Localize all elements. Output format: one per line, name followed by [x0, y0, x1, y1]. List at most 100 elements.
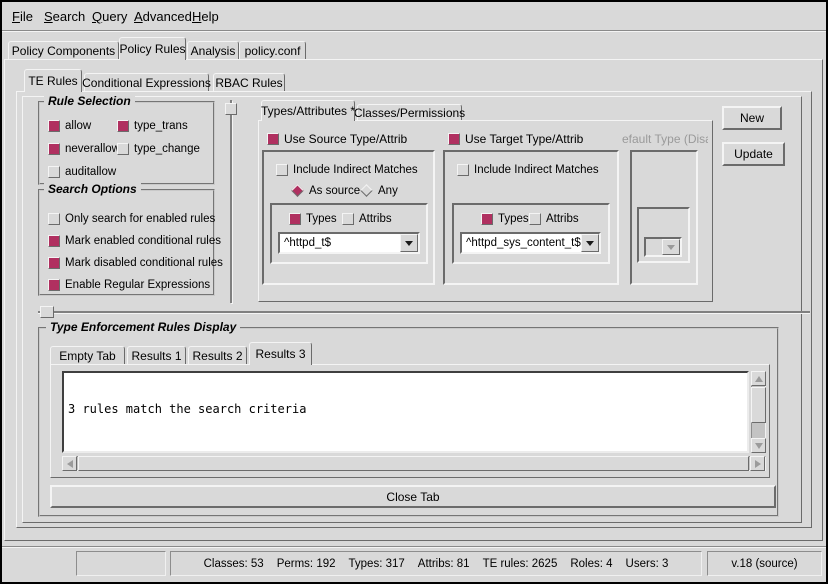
- vscrollbar-thumb[interactable]: [751, 387, 766, 423]
- source-attribs-checkbox-label: Attribs: [359, 213, 392, 225]
- menu-query[interactable]: Query: [92, 9, 127, 24]
- tab-types-attributes-label: Types/Attributes *: [261, 104, 355, 118]
- tab-empty-tab-label: Empty Tab: [59, 349, 115, 363]
- menu-bar: File Search Query Advanced Help: [2, 2, 826, 30]
- any-radio-indicator: [360, 184, 373, 197]
- checkbox-only-enabled[interactable]: Only search for enabled rules: [48, 211, 215, 226]
- enable-regex-checkbox-label: Enable Regular Expressions: [65, 279, 210, 291]
- only-enabled-checkbox-indicator: [48, 213, 60, 225]
- source-type-combobox-value: ^httpd_t$: [280, 234, 400, 252]
- tab-te-rules-label: TE Rules: [28, 74, 77, 88]
- target-type-combobox-value: ^httpd_sys_content_t$: [462, 234, 581, 252]
- horizontal-sash-handle[interactable]: [40, 306, 54, 318]
- vscrollbar-up-button[interactable]: [751, 371, 766, 386]
- radio-any[interactable]: Any: [360, 183, 398, 198]
- target-indirect-checkbox-indicator: [457, 164, 469, 176]
- type-change-checkbox-indicator: [117, 143, 129, 155]
- checkbox-target-types[interactable]: Types: [481, 211, 529, 226]
- checkbox-source-types[interactable]: Types: [289, 211, 337, 226]
- tab-results-2[interactable]: Results 2: [188, 346, 247, 364]
- target-attribs-checkbox-indicator: [529, 213, 541, 225]
- update-button-label: Update: [734, 147, 773, 161]
- checkbox-type-change[interactable]: type_change: [117, 141, 200, 156]
- source-type-combobox[interactable]: ^httpd_t$: [278, 232, 420, 254]
- checkbox-target-indirect[interactable]: Include Indirect Matches: [457, 162, 599, 177]
- tab-policy-rules[interactable]: Policy Rules: [119, 37, 186, 60]
- tab-policy-conf[interactable]: policy.conf: [239, 41, 306, 59]
- tab-results-2-label: Results 2: [192, 349, 242, 363]
- menu-search[interactable]: Search: [44, 9, 85, 24]
- menu-advanced[interactable]: Advanced: [134, 9, 192, 24]
- new-button[interactable]: New: [722, 106, 782, 130]
- radio-as-source[interactable]: As source: [291, 183, 360, 198]
- source-combobox-dropdown-button[interactable]: [400, 234, 418, 252]
- new-button-label: New: [740, 111, 764, 125]
- menu-file[interactable]: File: [12, 9, 33, 24]
- checkbox-allow[interactable]: allow: [48, 118, 91, 133]
- allow-checkbox-label: allow: [65, 120, 91, 132]
- default-type-combobox-disabled: [644, 237, 682, 257]
- type-trans-checkbox-indicator: [117, 120, 129, 132]
- checkbox-source-indirect[interactable]: Include Indirect Matches: [276, 162, 418, 177]
- checkbox-neverallow[interactable]: neverallow: [48, 141, 120, 156]
- arrow-down-icon: [755, 443, 763, 449]
- enable-regex-checkbox-indicator: [48, 279, 60, 291]
- tab-rbac-rules-label: RBAC Rules: [215, 76, 282, 90]
- checkbox-enable-regex[interactable]: Enable Regular Expressions: [48, 277, 210, 292]
- hscrollbar-right-button[interactable]: [750, 456, 765, 471]
- tab-conditional-expressions[interactable]: Conditional Expressions: [84, 73, 209, 91]
- tab-rbac-rules[interactable]: RBAC Rules: [213, 73, 285, 91]
- arrow-right-icon: [755, 460, 761, 468]
- tab-conditional-expressions-label: Conditional Expressions: [82, 76, 211, 90]
- status-attribs: Attribs: 81: [418, 558, 470, 570]
- update-button[interactable]: Update: [722, 142, 785, 166]
- mark-enabled-checkbox-label: Mark enabled conditional rules: [65, 235, 221, 247]
- apol-window: File Search Query Advanced Help Policy C…: [0, 0, 828, 584]
- target-type-combobox[interactable]: ^httpd_sys_content_t$: [460, 232, 601, 254]
- status-cell-stats: Classes: 53 Perms: 192 Types: 317 Attrib…: [170, 551, 702, 576]
- mark-disabled-checkbox-label: Mark disabled conditional rules: [65, 257, 223, 269]
- checkbox-mark-enabled[interactable]: Mark enabled conditional rules: [48, 233, 221, 248]
- tab-policy-rules-label: Policy Rules: [119, 42, 185, 56]
- tab-analysis[interactable]: Analysis: [187, 41, 239, 59]
- checkbox-source-attribs[interactable]: Attribs: [342, 211, 392, 226]
- status-perms: Perms: 192: [277, 558, 336, 570]
- source-indirect-checkbox-indicator: [276, 164, 288, 176]
- results-text-area[interactable]: 3 rules match the search criteria (5822)…: [62, 371, 749, 453]
- horizontal-sash[interactable]: [38, 311, 810, 313]
- results-blank-line: [68, 444, 743, 453]
- status-types: Types: 317: [349, 558, 405, 570]
- vertical-sash-handle[interactable]: [225, 103, 237, 115]
- tab-classes-permissions[interactable]: Classes/Permissions: [357, 104, 462, 120]
- status-users: Users: 3: [626, 558, 669, 570]
- checkbox-target-attribs[interactable]: Attribs: [529, 211, 579, 226]
- results-summary: 3 rules match the search criteria: [68, 402, 743, 416]
- checkbox-auditallow[interactable]: auditallow: [48, 164, 116, 179]
- tab-te-rules[interactable]: TE Rules: [24, 69, 82, 92]
- checkbox-use-source[interactable]: Use Source Type/Attrib: [267, 131, 407, 146]
- hscrollbar-thumb[interactable]: [78, 456, 749, 471]
- tab-results-3[interactable]: Results 3: [249, 342, 312, 365]
- close-tab-button[interactable]: Close Tab: [50, 485, 776, 508]
- statusbar-separator-light: [2, 547, 826, 548]
- default-type-combobox-value: [646, 239, 662, 255]
- checkbox-mark-disabled[interactable]: Mark disabled conditional rules: [48, 255, 223, 270]
- use-target-checkbox-indicator: [448, 133, 460, 145]
- tab-types-attributes[interactable]: Types/Attributes *: [261, 100, 355, 121]
- hscrollbar-left-button[interactable]: [62, 456, 77, 471]
- menu-help[interactable]: Help: [192, 9, 219, 24]
- tab-policy-components[interactable]: Policy Components: [8, 41, 119, 59]
- checkbox-type-trans[interactable]: type_trans: [117, 118, 188, 133]
- checkbox-use-target[interactable]: Use Target Type/Attrib: [448, 131, 583, 146]
- vscrollbar-down-button[interactable]: [751, 438, 766, 453]
- vertical-sash[interactable]: [230, 100, 232, 303]
- target-combobox-dropdown-button[interactable]: [581, 234, 599, 252]
- source-types-checkbox-label: Types: [306, 213, 337, 225]
- chevron-down-icon: [405, 241, 413, 246]
- target-indirect-checkbox-label: Include Indirect Matches: [474, 164, 599, 176]
- tab-empty-tab[interactable]: Empty Tab: [50, 346, 125, 364]
- source-indirect-checkbox-label: Include Indirect Matches: [293, 164, 418, 176]
- te-rules-display-title: Type Enforcement Rules Display: [46, 320, 240, 334]
- tab-results-1[interactable]: Results 1: [127, 346, 186, 364]
- status-version-label: v.18 (source): [731, 558, 797, 570]
